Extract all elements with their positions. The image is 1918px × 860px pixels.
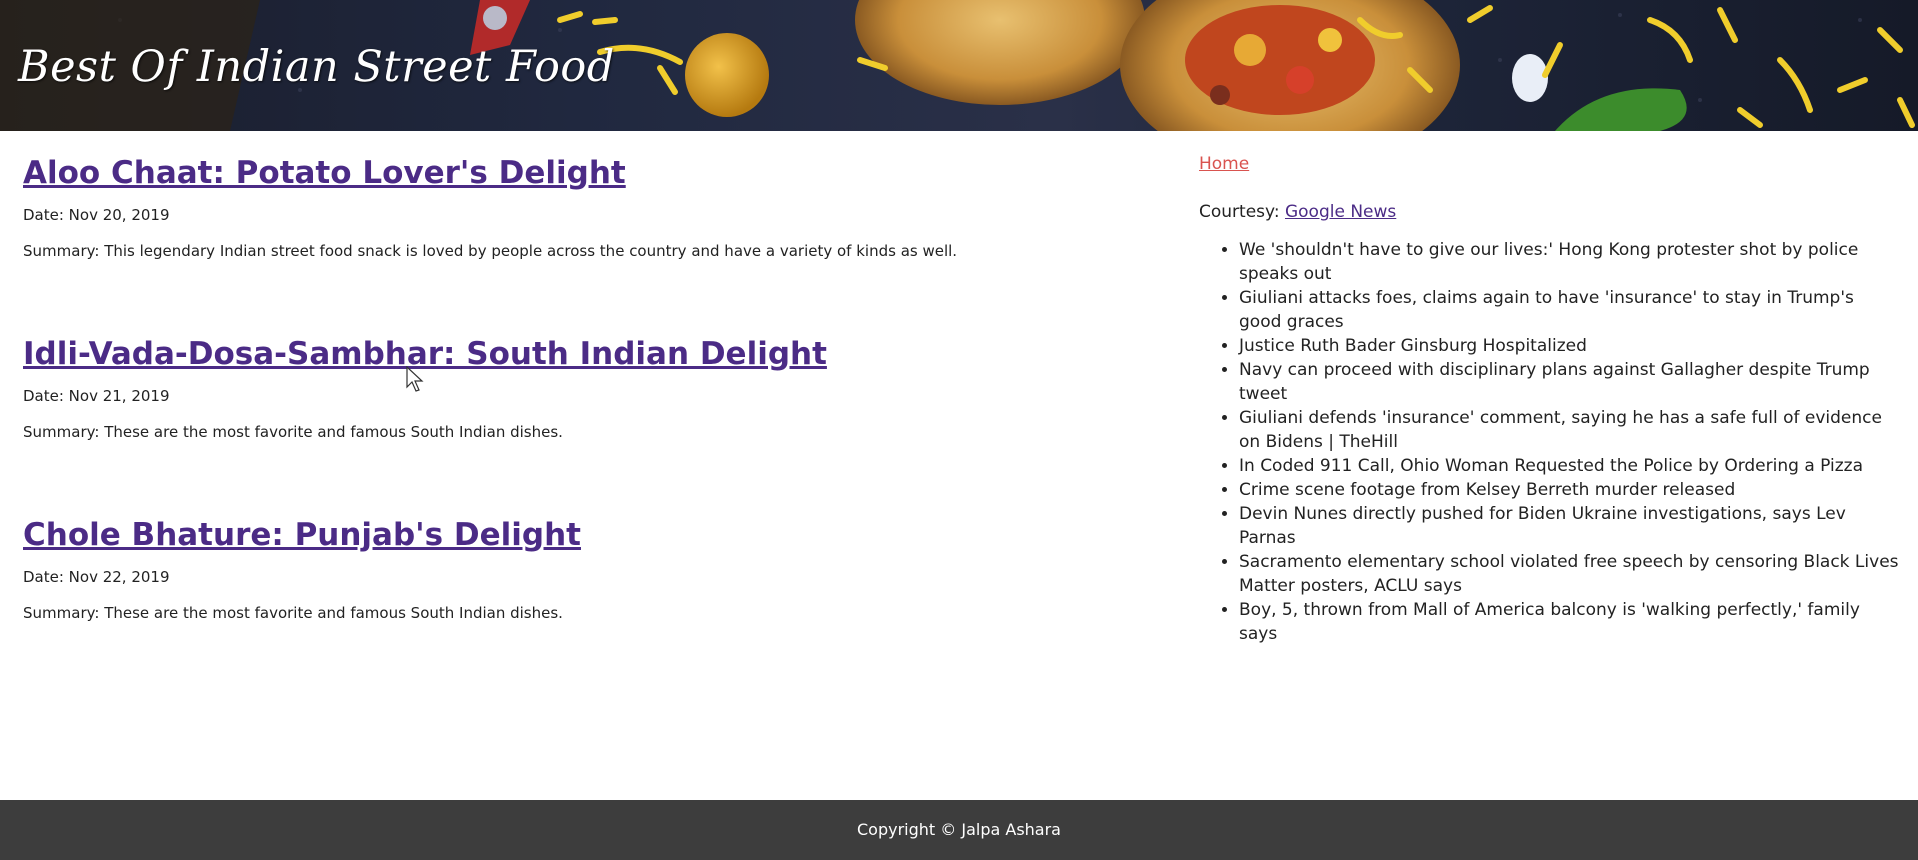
news-item: We 'shouldn't have to give our lives:' H… bbox=[1239, 238, 1899, 286]
article-title-link[interactable]: Chole Bhature: Punjab's Delight bbox=[23, 517, 1123, 553]
header-banner: Best Of Indian Street Food bbox=[0, 0, 1918, 131]
article-item: Aloo Chaat: Potato Lover's Delight Date:… bbox=[23, 155, 1123, 336]
article-date: Date: Nov 21, 2019 bbox=[23, 387, 170, 405]
article-item: Chole Bhature: Punjab's Delight Date: No… bbox=[23, 517, 1123, 698]
article-summary: Summary: These are the most favorite and… bbox=[23, 423, 563, 441]
news-item: Navy can proceed with disciplinary plans… bbox=[1239, 358, 1899, 406]
news-item: Giuliani attacks foes, claims again to h… bbox=[1239, 286, 1899, 334]
news-item: Boy, 5, thrown from Mall of America balc… bbox=[1239, 598, 1899, 646]
google-news-link[interactable]: Google News bbox=[1285, 202, 1396, 222]
article-title-link[interactable]: Aloo Chaat: Potato Lover's Delight bbox=[23, 155, 1123, 191]
news-list: We 'shouldn't have to give our lives:' H… bbox=[1199, 238, 1899, 646]
article-date: Date: Nov 22, 2019 bbox=[23, 568, 170, 586]
news-item: Crime scene footage from Kelsey Berreth … bbox=[1239, 478, 1899, 502]
news-item: In Coded 911 Call, Ohio Woman Requested … bbox=[1239, 454, 1899, 478]
article-summary: Summary: This legendary Indian street fo… bbox=[23, 242, 958, 260]
article-date: Date: Nov 20, 2019 bbox=[23, 206, 170, 224]
news-item: Giuliani defends 'insurance' comment, sa… bbox=[1239, 406, 1899, 454]
home-link[interactable]: Home bbox=[1199, 153, 1249, 175]
site-title: Best Of Indian Street Food bbox=[18, 42, 615, 92]
news-item: Devin Nunes directly pushed for Biden Uk… bbox=[1239, 502, 1899, 550]
copyright-text: Copyright © Jalpa Ashara bbox=[857, 820, 1061, 839]
courtesy-label: Courtesy: bbox=[1199, 202, 1280, 222]
news-item: Sacramento elementary school violated fr… bbox=[1239, 550, 1899, 598]
courtesy-line: Courtesy: Google News bbox=[1199, 201, 1899, 223]
sidebar: Home Courtesy: Google News We 'shouldn't… bbox=[1199, 153, 1899, 646]
article-item: Idli-Vada-Dosa-Sambhar: South Indian Del… bbox=[23, 336, 1123, 517]
article-list: Aloo Chaat: Potato Lover's Delight Date:… bbox=[23, 155, 1123, 698]
article-title-link[interactable]: Idli-Vada-Dosa-Sambhar: South Indian Del… bbox=[23, 336, 1123, 372]
main-content: Aloo Chaat: Potato Lover's Delight Date:… bbox=[0, 131, 1918, 800]
footer: Copyright © Jalpa Ashara bbox=[0, 800, 1918, 860]
news-item: Justice Ruth Bader Ginsburg Hospitalized bbox=[1239, 334, 1899, 358]
article-summary: Summary: These are the most favorite and… bbox=[23, 604, 563, 622]
